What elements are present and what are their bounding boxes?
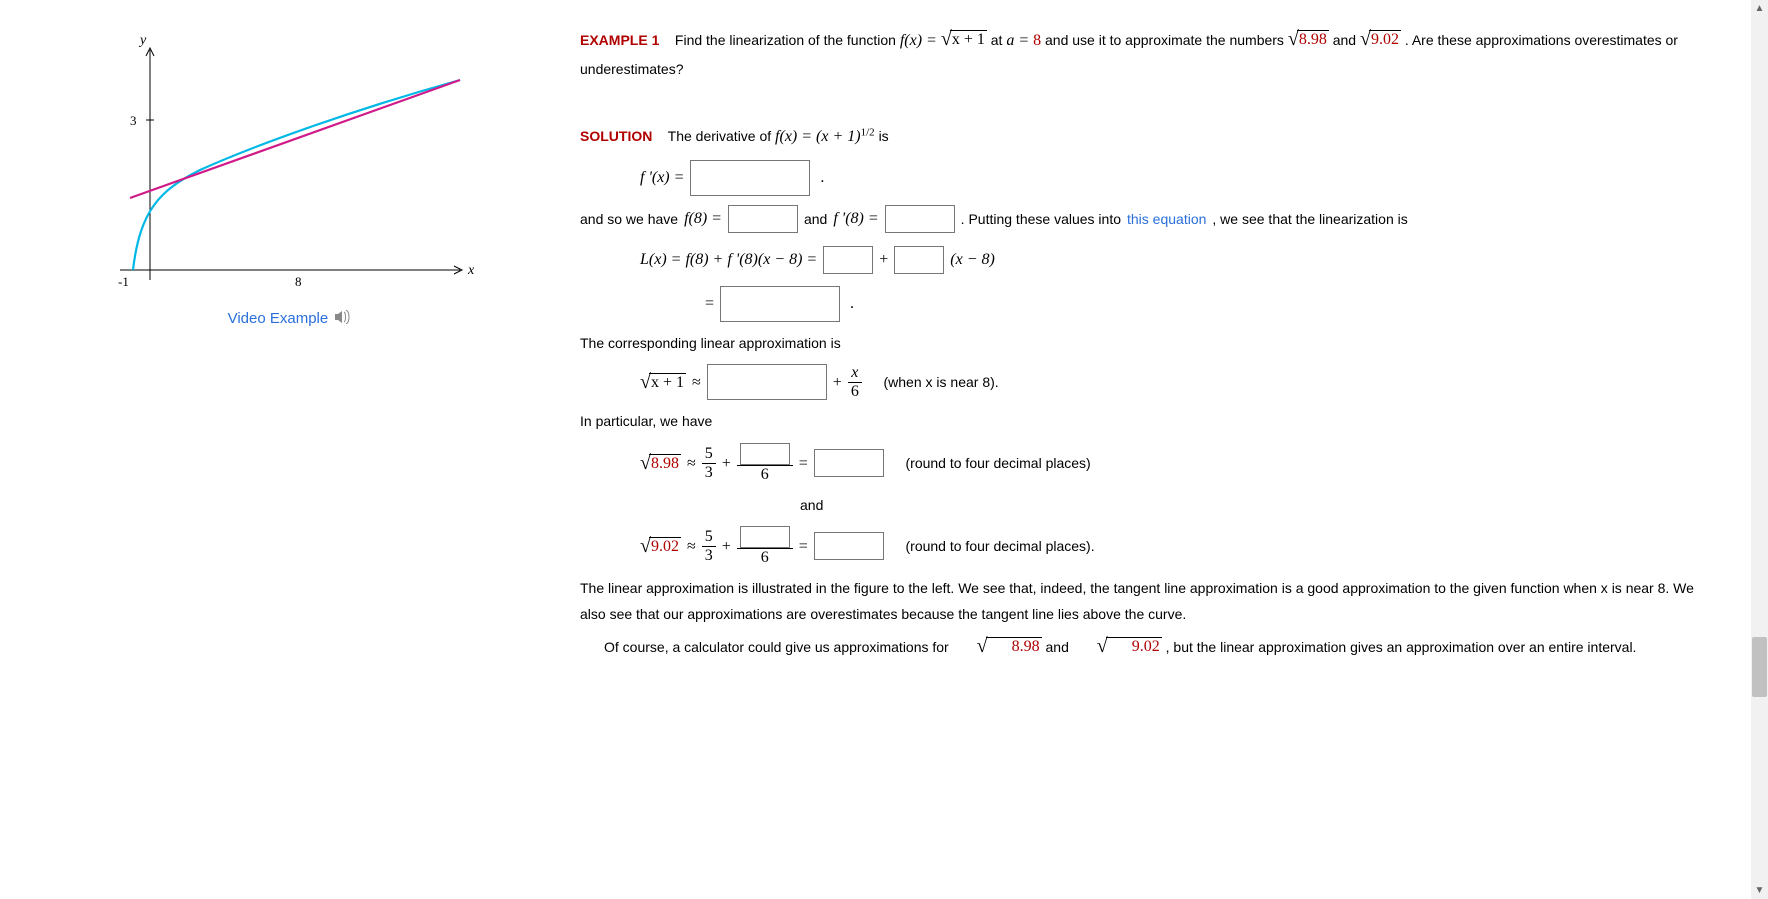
input-calc1-num[interactable]: [740, 443, 790, 465]
sqrt-approx-line: √x + 1 ≈ + x 6 (when x is near 8).: [640, 364, 1708, 400]
input-fp8[interactable]: [885, 205, 955, 233]
this-equation-link[interactable]: this equation: [1127, 206, 1206, 233]
and-separator: and: [800, 492, 1708, 519]
fprime-equation: f '(x) = .: [640, 160, 1708, 196]
figure-column: y x 3 -1 8 Video Example: [80, 20, 500, 328]
scroll-down-arrow[interactable]: ▼: [1751, 882, 1768, 899]
lx-equation-2: = .: [705, 286, 1708, 322]
example-label: EXAMPLE 1: [580, 32, 659, 48]
graph-wrap: y x 3 -1 8 Video Example: [80, 30, 500, 328]
tangent-line: [130, 80, 460, 198]
frac-5-3-b: 5 3: [702, 528, 716, 564]
video-example-text: Video Example: [228, 310, 329, 327]
frac-5-3-a: 5 3: [702, 445, 716, 481]
corresponding-text: The corresponding linear approximation i…: [580, 330, 1708, 357]
closing-paragraph-2: Of course, a calculator could give us ap…: [580, 634, 1708, 661]
frac-blank-6-b: 6: [737, 526, 793, 567]
input-lx-b[interactable]: [894, 246, 944, 274]
lx-equation: L(x) = f(8) + f '(8)(x − 8) = + (x − 8): [640, 242, 1708, 277]
linearization-graph: y x 3 -1 8: [100, 30, 480, 300]
input-calc1-result[interactable]: [814, 449, 884, 477]
input-calc2-num[interactable]: [740, 526, 790, 548]
input-fprime[interactable]: [690, 160, 810, 196]
page-root: y x 3 -1 8 Video Example: [0, 0, 1768, 899]
input-approx-const[interactable]: [707, 364, 827, 400]
content-column: EXAMPLE 1 Find the linearization of the …: [500, 20, 1708, 666]
input-calc2-result[interactable]: [814, 532, 884, 560]
sqrt-9-02: √9.02: [1360, 29, 1401, 49]
sqrt-8-98: √8.98: [1288, 29, 1329, 49]
closing-paragraph-1: The linear approximation is illustrated …: [580, 575, 1708, 628]
input-lx-simplified[interactable]: [720, 286, 840, 322]
scroll-up-arrow[interactable]: ▲: [1751, 0, 1768, 17]
frac-x-over-6: x 6: [848, 364, 862, 400]
speaker-icon: [334, 310, 352, 328]
f8-sentence: and so we have f(8) = and f '(8) = . Put…: [580, 204, 1708, 234]
curve-sqrt: [133, 80, 460, 270]
solution-derivative-sentence: SOLUTION The derivative of f(x) = (x + 1…: [580, 122, 1708, 152]
x-tick-8: 8: [295, 274, 302, 289]
input-f8[interactable]: [728, 205, 798, 233]
scroll-track[interactable]: [1751, 17, 1768, 882]
calc-8-98: √8.98 ≈ 5 3 + 6 = (round to four decimal…: [640, 443, 1708, 484]
calc-9-02: √9.02 ≈ 5 3 + 6 = (round to four decimal…: [640, 526, 1708, 567]
y-tick-3: 3: [130, 113, 137, 128]
example-intro: EXAMPLE 1 Find the linearization of the …: [580, 26, 1708, 83]
y-axis-label: y: [138, 33, 147, 48]
scroll-thumb[interactable]: [1752, 637, 1767, 697]
sqrt-x-plus-1: √x + 1: [941, 29, 987, 49]
video-example-link[interactable]: Video Example: [80, 310, 500, 328]
x-tick-neg1: -1: [118, 274, 129, 289]
solution-label: SOLUTION: [580, 128, 652, 144]
two-column-layout: y x 3 -1 8 Video Example: [80, 20, 1708, 666]
x-axis-label: x: [467, 263, 475, 278]
input-lx-a[interactable]: [823, 246, 873, 274]
vertical-scrollbar[interactable]: ▲ ▼: [1751, 0, 1768, 899]
in-particular-text: In particular, we have: [580, 408, 1708, 435]
frac-blank-6-a: 6: [737, 443, 793, 484]
